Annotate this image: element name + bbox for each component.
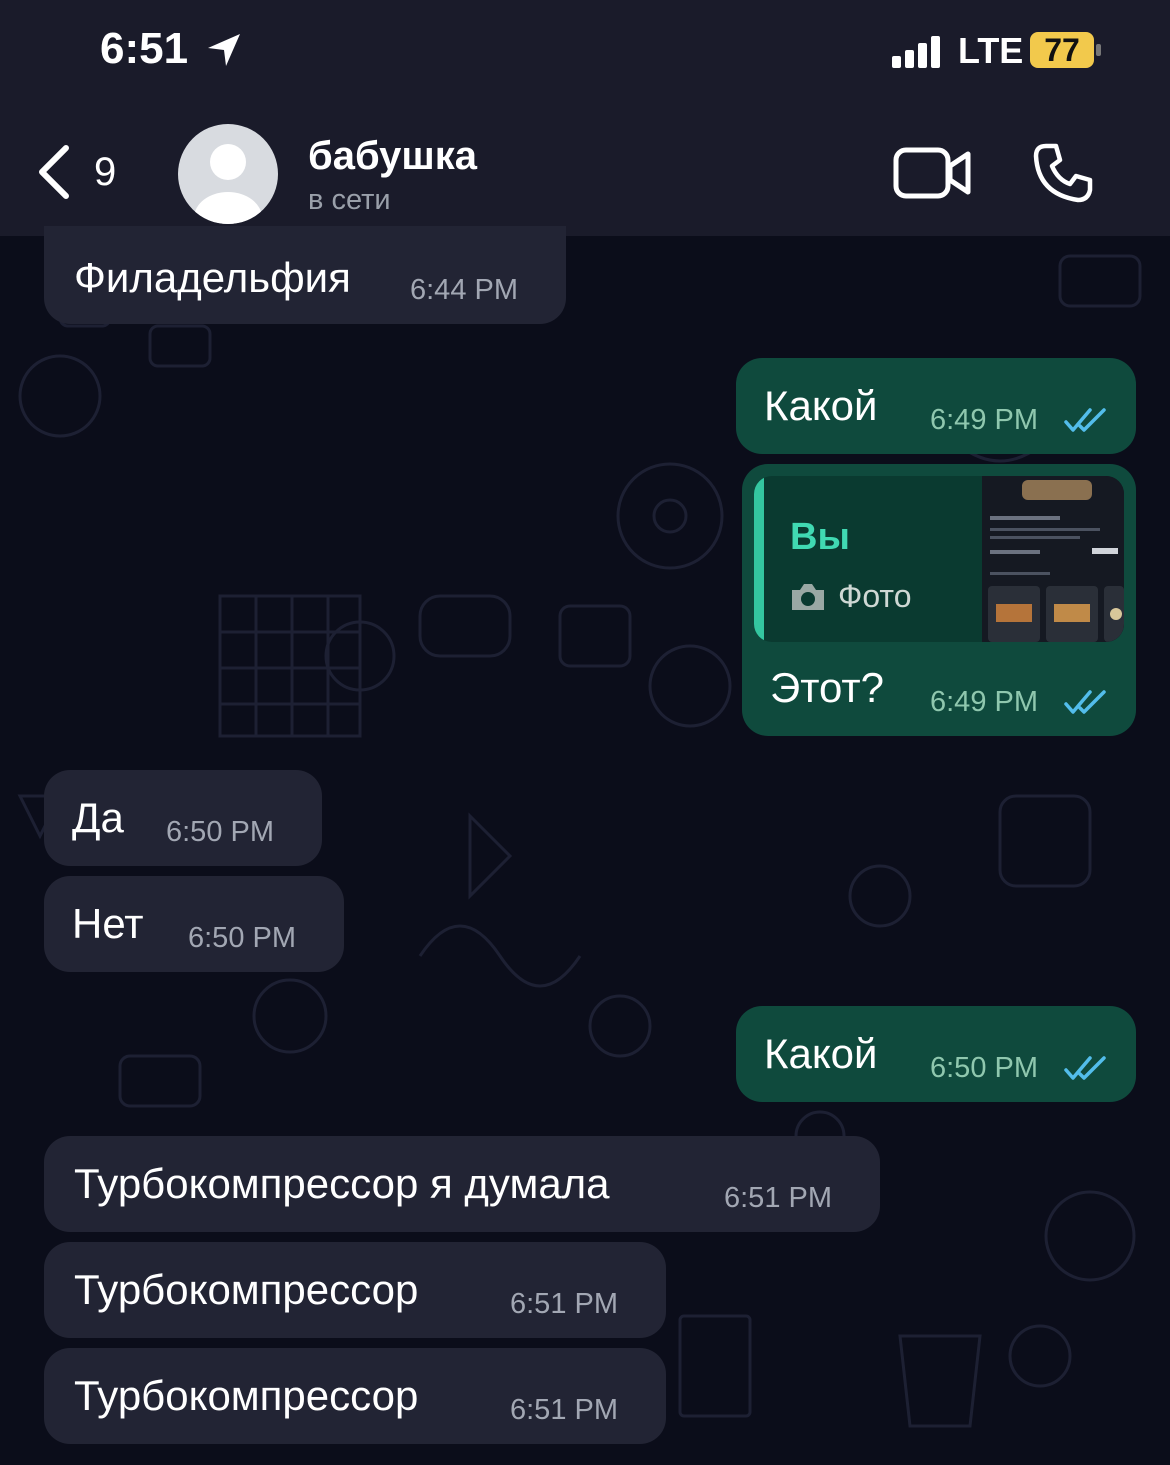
read-ticks-icon	[1064, 690, 1106, 714]
message-time: 6:51 PM	[724, 1182, 832, 1214]
network-type: LTE	[958, 30, 1024, 71]
read-ticks-icon	[1064, 1056, 1106, 1080]
message-incoming[interactable]: Турбокомпрессор 6:51 PM	[44, 1348, 666, 1444]
reply-type-label: Фото	[838, 578, 912, 614]
message-text: Да	[72, 794, 124, 841]
avatar[interactable]	[178, 124, 278, 224]
message-outgoing[interactable]: Какой 6:49 PM	[736, 358, 1136, 454]
message-text: Турбокомпрессор	[74, 1372, 419, 1419]
message-time: 6:51 PM	[510, 1394, 618, 1426]
reply-accent-bar	[754, 476, 764, 642]
top-bar: 6:51 LTE 77 9 бабушка в сети	[0, 0, 1170, 236]
photo-thumbnail	[982, 476, 1124, 642]
status-time: 6:51	[100, 24, 189, 73]
message-text: Филадельфия	[74, 254, 351, 301]
location-arrow-icon	[208, 34, 240, 66]
message-outgoing[interactable]: Какой 6:50 PM	[736, 1006, 1136, 1102]
message-time: 6:50 PM	[930, 1052, 1038, 1084]
message-time: 6:50 PM	[188, 922, 296, 954]
message-time: 6:49 PM	[930, 686, 1038, 718]
message-text: Турбокомпрессор я думала	[74, 1160, 610, 1207]
unread-count: 9	[94, 150, 117, 194]
chevron-left-icon	[39, 145, 69, 199]
message-outgoing-reply[interactable]: Вы Фото Этот? 6:49 PM	[742, 464, 1136, 736]
message-text: Какой	[764, 1030, 878, 1077]
battery-icon	[1096, 44, 1101, 56]
battery-level: 77	[1030, 32, 1094, 68]
reply-author: Вы	[790, 516, 850, 558]
message-text: Турбокомпрессор	[74, 1266, 419, 1313]
message-incoming[interactable]: Нет 6:50 PM	[44, 876, 344, 972]
message-time: 6:50 PM	[166, 816, 274, 848]
message-incoming[interactable]: Турбокомпрессор 6:51 PM	[44, 1242, 666, 1338]
read-ticks-icon	[1064, 408, 1106, 432]
message-time: 6:51 PM	[510, 1288, 618, 1320]
message-text: Нет	[72, 900, 144, 947]
quoted-message[interactable]: Вы Фото	[754, 476, 1124, 642]
message-text: Этот?	[770, 664, 884, 711]
default-user-icon	[194, 144, 262, 224]
message-incoming[interactable]: Турбокомпрессор я думала 6:51 PM	[44, 1136, 880, 1232]
phone-call-icon[interactable]	[1032, 142, 1094, 204]
video-call-icon[interactable]	[892, 146, 972, 200]
message-text: Какой	[764, 382, 878, 429]
contact-status: в сети	[308, 184, 391, 216]
message-incoming[interactable]: Да 6:50 PM	[44, 770, 322, 866]
back-button[interactable]: 9	[30, 140, 130, 210]
contact-name[interactable]: бабушка	[308, 134, 477, 179]
signal-icon	[892, 36, 940, 68]
message-time: 6:49 PM	[930, 404, 1038, 436]
message-time: 6:44 PM	[410, 274, 518, 306]
message-incoming[interactable]: Филадельфия 6:44 PM	[44, 226, 566, 324]
camera-icon	[792, 584, 824, 610]
